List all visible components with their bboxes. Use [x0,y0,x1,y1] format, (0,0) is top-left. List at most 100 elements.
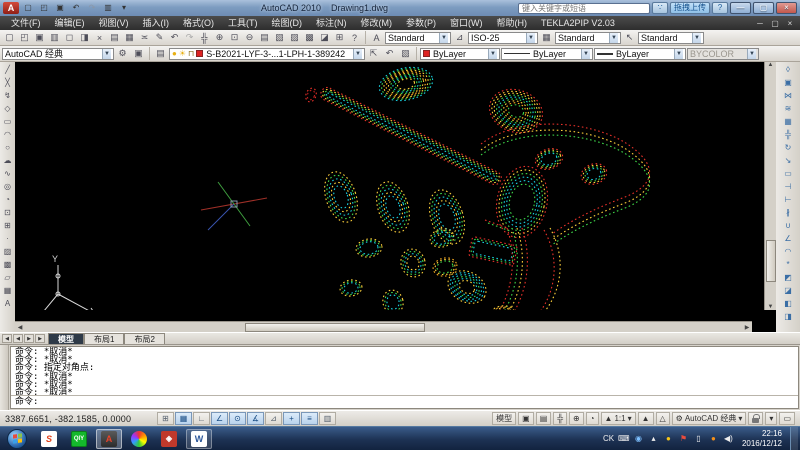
qat-save-icon[interactable]: ▣ [53,2,67,14]
tray-flag-icon[interactable]: ⚑ [678,434,689,443]
menu-help[interactable]: 帮助(H) [490,16,535,30]
markup-icon[interactable]: ◪ [317,31,332,45]
copy-clip-icon[interactable]: ▤ [107,31,122,45]
zoom-tool-icon[interactable]: ⊕ [569,412,584,425]
workspace-save-icon[interactable]: ▣ [131,47,146,61]
text-style-combo[interactable]: Standard▼ [385,32,451,44]
linetype-combo[interactable]: ByLayer▼ [501,48,593,60]
communication-center-icon[interactable]: ∵ [652,2,668,14]
save-icon[interactable]: ▣ [32,31,47,45]
annotation-visibility-icon[interactable]: ▲ [638,412,654,425]
command-window-grip[interactable] [0,345,9,410]
hscroll-thumb[interactable] [245,323,425,332]
drawing-canvas[interactable]: Y X Z ▲▼ ◀▶ [15,62,776,332]
tab-model[interactable]: 模型 [48,333,84,344]
tray-expand-icon[interactable]: ▴ [648,434,659,443]
qat-plot-icon[interactable]: ▥ [101,2,115,14]
menu-draw[interactable]: 绘图(D) [265,16,310,30]
show-desktop-button[interactable] [790,427,798,450]
qat-undo-icon[interactable]: ↶ [69,2,83,14]
pan-tool-icon[interactable]: ╬ [553,412,567,425]
ducs-toggle[interactable]: ⊿ [265,412,282,425]
explode-icon[interactable]: * [782,258,795,271]
otrack-toggle[interactable]: ∡ [247,412,264,425]
vscroll-thumb[interactable] [766,240,776,282]
text-style-icon[interactable]: A [369,31,384,45]
ellipse-icon[interactable]: ◎ [1,180,14,193]
menu-insert[interactable]: 插入(I) [136,16,177,30]
zoom-previous-icon[interactable]: ⊖ [242,31,257,45]
move-icon[interactable]: ╬ [782,128,795,141]
restore-button[interactable]: ▢ [753,2,774,14]
annotation-scale-button[interactable]: ▲ 1:1 ▾ [601,412,636,425]
point-icon[interactable]: · [1,232,14,245]
join-icon[interactable]: ∪ [782,219,795,232]
polar-toggle[interactable]: ∠ [211,412,228,425]
designcenter-icon[interactable]: ▧ [272,31,287,45]
menu-dimension[interactable]: 标注(N) [309,16,354,30]
mtext-icon[interactable]: A [1,297,14,310]
gradient-icon[interactable]: ▩ [1,258,14,271]
volume-icon[interactable]: ◀) [723,434,734,443]
layer-freeze-icon[interactable]: ☀ [179,49,186,58]
menu-tools[interactable]: 工具(T) [221,16,265,30]
extend-icon[interactable]: ⊢ [782,193,795,206]
dim-style-icon[interactable]: ⊿ [452,31,467,45]
layer-on-icon[interactable]: ● [172,49,177,58]
arc-icon[interactable]: ◠ [1,128,14,141]
close-button[interactable]: × [776,2,797,14]
mdi-close-icon[interactable]: × [784,19,796,28]
taskbar-word-icon[interactable]: W [186,429,212,449]
fillet-icon[interactable]: ◠ [782,245,795,258]
autocad-logo-icon[interactable]: A [3,2,19,14]
plot-preview-icon[interactable]: ◻ [62,31,77,45]
new-icon[interactable]: ▢ [2,31,17,45]
tray-help-icon[interactable]: ◉ [633,434,644,443]
zoom-realtime-icon[interactable]: ⊕ [212,31,227,45]
ortho-toggle[interactable]: ∟ [193,412,210,425]
menu-file[interactable]: 文件(F) [4,16,48,30]
draworder-front-icon[interactable]: ◩ [782,271,795,284]
rectangle-icon[interactable]: ▭ [1,115,14,128]
workspace-combo[interactable]: AutoCAD 经典▼ [2,48,114,60]
stretch-icon[interactable]: ▭ [782,167,795,180]
annotation-autoscale-icon[interactable]: △ [656,412,670,425]
construction-line-icon[interactable]: ╳ [1,76,14,89]
drag-upload-button[interactable]: 拖拽上传 [670,2,710,14]
chamfer-icon[interactable]: ∠ [782,232,795,245]
osnap-toggle[interactable]: ⊙ [229,412,246,425]
qat-new-icon[interactable]: ▢ [21,2,35,14]
tray-yellow-icon[interactable]: ● [663,434,674,443]
scale-icon[interactable]: ↘ [782,154,795,167]
command-input[interactable]: 命令: [11,395,798,408]
toolbar-lock-icon[interactable] [748,412,763,425]
tab-layout2[interactable]: 布局2 [124,333,164,344]
menu-format[interactable]: 格式(O) [176,16,221,30]
dim-style-combo[interactable]: ISO-25▼ [468,32,538,44]
color-combo[interactable]: ByLayer▼ [420,48,500,60]
quickcalc-icon[interactable]: ⊞ [332,31,347,45]
tab-layout1[interactable]: 布局1 [84,333,124,344]
table-style-icon[interactable]: ▦ [539,31,554,45]
layer-lock-icon[interactable]: ⊓ [188,49,194,58]
make-block-icon[interactable]: ⊞ [1,219,14,232]
rotate-icon[interactable]: ↻ [782,141,795,154]
tray-orange-icon[interactable]: ● [708,434,719,443]
layer-states-icon[interactable]: ▧ [398,47,413,61]
quick-view-layouts-icon[interactable]: ▣ [518,412,534,425]
keyboard-icon[interactable]: ⌨ [618,434,629,443]
lineweight-combo[interactable]: ByLayer▼ [594,48,686,60]
qp-toggle[interactable]: ▥ [319,412,336,425]
table-icon[interactable]: ▦ [1,284,14,297]
menu-window[interactable]: 窗口(W) [443,16,490,30]
tab-scroll-arrows[interactable]: ◀◀▶▶ [2,334,45,343]
layer-combo[interactable]: ● ☀ ⊓ S-B2021-LYF-3-...1-LPH-1-389242▼ [169,48,365,60]
steering-wheel-icon[interactable]: ◔ [586,412,599,425]
circle-icon[interactable]: ○ [1,141,14,154]
copy-icon[interactable]: ▣ [782,76,795,89]
model-space-button[interactable]: 模型 [492,412,516,425]
publish-icon[interactable]: ◨ [77,31,92,45]
plot-icon[interactable]: ▥ [47,31,62,45]
taskbar-clock[interactable]: 22:162016/12/12 [742,429,782,449]
mleader-style-combo[interactable]: Standard▼ [638,32,704,44]
